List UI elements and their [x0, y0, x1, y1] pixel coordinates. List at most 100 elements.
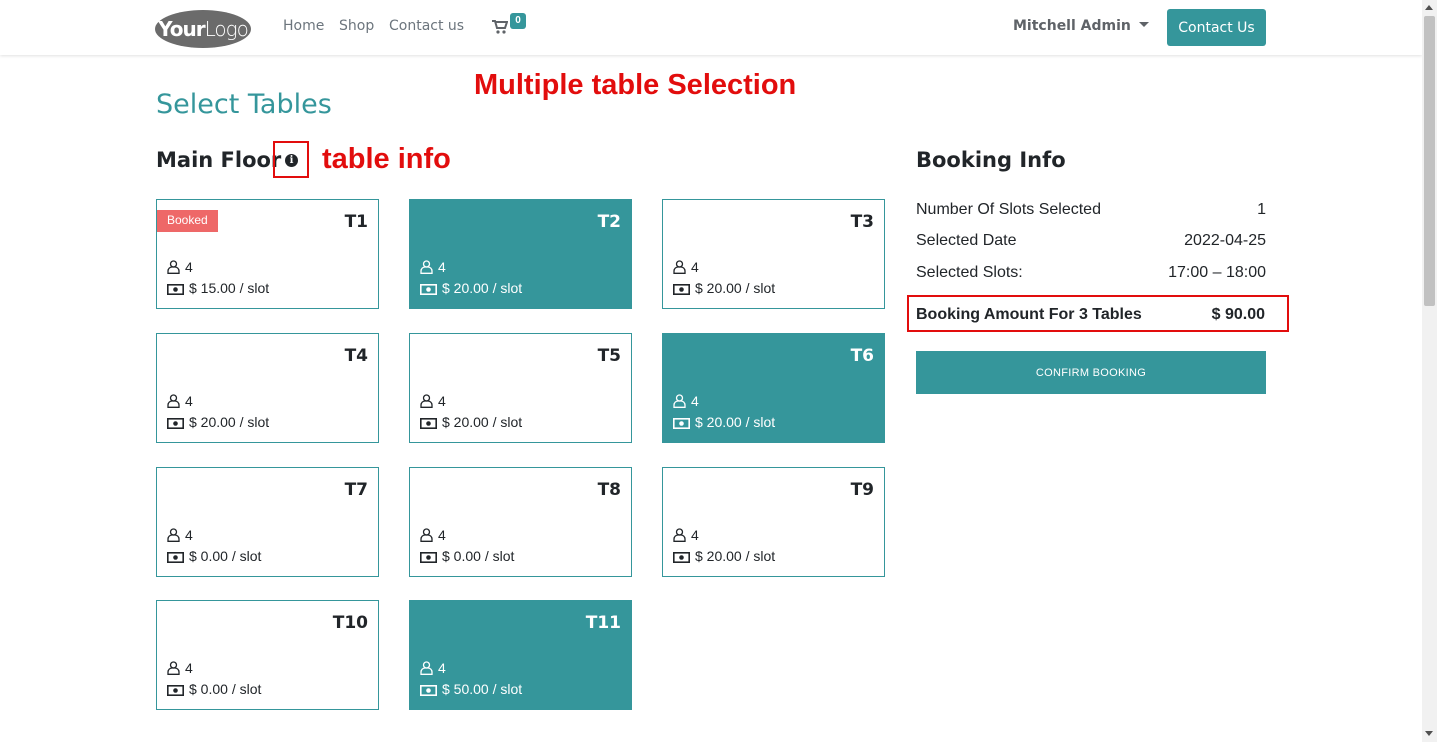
price-value: $ 0.00 / slot: [442, 548, 515, 564]
user-menu-dropdown[interactable]: Mitchell Admin: [1013, 18, 1149, 34]
floor-title: Main Floor: [156, 148, 282, 172]
nav-shop-link[interactable]: Shop: [339, 18, 374, 34]
booking-row-value: 2022-04-25: [1184, 232, 1266, 249]
table-price: $ 20.00 / slot: [673, 548, 775, 564]
capacity-value: 4: [691, 259, 699, 275]
nav-home-link[interactable]: Home: [283, 18, 324, 34]
money-bill-icon: [167, 284, 184, 295]
info-circle-icon[interactable]: i: [285, 154, 298, 167]
confirm-booking-button[interactable]: CONFIRM BOOKING: [916, 351, 1266, 394]
table-name: T8: [597, 480, 621, 500]
page-title: Select Tables: [156, 89, 332, 120]
table-card-t11[interactable]: T11 4 $ 50.00 / slot: [409, 600, 632, 710]
table-price: $ 20.00 / slot: [420, 280, 522, 296]
annotation-table-info: table info: [322, 143, 451, 175]
money-bill-icon: [167, 685, 184, 696]
table-capacity: 4: [420, 393, 446, 409]
booked-badge: Booked: [157, 210, 218, 232]
table-card-t4[interactable]: T4 4 $ 20.00 / slot: [156, 333, 379, 443]
table-card-t8[interactable]: T8 4 $ 0.00 / slot: [409, 467, 632, 577]
money-bill-icon: [673, 552, 690, 563]
contact-us-button[interactable]: Contact Us: [1167, 9, 1266, 46]
nav-contact-link[interactable]: Contact us: [389, 18, 464, 34]
table-name: T2: [597, 212, 621, 232]
annotation-multiple-selection: Multiple table Selection: [474, 69, 797, 101]
table-capacity: 4: [167, 259, 193, 275]
money-bill-icon: [420, 685, 437, 696]
person-icon: [673, 528, 686, 542]
capacity-value: 4: [185, 660, 193, 676]
top-navbar: YourLogo Home Shop Contact us 0 Mitchell…: [0, 0, 1422, 55]
booking-amount-value: $ 90.00: [1211, 306, 1265, 323]
money-bill-icon: [420, 552, 437, 563]
page-scrollbar[interactable]: [1422, 0, 1437, 742]
booking-row-label: Number Of Slots Selected: [916, 201, 1101, 218]
caret-down-icon: [1138, 22, 1149, 27]
table-card-t5[interactable]: T5 4 $ 20.00 / slot: [409, 333, 632, 443]
person-icon: [673, 260, 686, 274]
table-capacity: 4: [167, 660, 193, 676]
site-logo[interactable]: YourLogo: [155, 10, 251, 48]
price-value: $ 15.00 / slot: [189, 280, 270, 296]
table-card-t9[interactable]: T9 4 $ 20.00 / slot: [662, 467, 885, 577]
price-value: $ 20.00 / slot: [442, 414, 523, 430]
table-card-t7[interactable]: T7 4 $ 0.00 / slot: [156, 467, 379, 577]
capacity-value: 4: [438, 660, 446, 676]
table-name: T5: [597, 346, 621, 366]
person-icon: [167, 528, 180, 542]
table-card-t10[interactable]: T10 4 $ 0.00 / slot: [156, 600, 379, 710]
table-name: T7: [344, 480, 368, 500]
table-capacity: 4: [167, 393, 193, 409]
capacity-value: 4: [438, 393, 446, 409]
capacity-value: 4: [438, 259, 446, 275]
capacity-value: 4: [691, 527, 699, 543]
cart-icon: [492, 20, 508, 34]
scroll-up-arrow-icon[interactable]: [1425, 5, 1433, 10]
money-bill-icon: [420, 418, 437, 429]
capacity-value: 4: [691, 393, 699, 409]
table-card-t1[interactable]: Booked T1 4 $ 15.00 / slot: [156, 199, 379, 309]
money-bill-icon: [673, 418, 690, 429]
table-capacity: 4: [673, 527, 699, 543]
table-capacity: 4: [420, 527, 446, 543]
logo-text-light: Logo: [204, 17, 249, 41]
capacity-value: 4: [185, 393, 193, 409]
table-name: T1: [344, 212, 368, 232]
price-value: $ 20.00 / slot: [442, 280, 523, 296]
booking-amount-highlight: Booking Amount For 3 Tables $ 90.00: [907, 295, 1289, 332]
price-value: $ 50.00 / slot: [442, 681, 523, 697]
price-value: $ 20.00 / slot: [695, 414, 776, 430]
table-name: T6: [850, 346, 874, 366]
scrollbar-thumb[interactable]: [1424, 16, 1435, 306]
booking-row-value: 1: [1257, 201, 1266, 218]
table-price: $ 20.00 / slot: [420, 414, 522, 430]
logo-text-bold: Your: [158, 17, 205, 41]
booking-amount-label: Booking Amount For 3 Tables: [916, 306, 1142, 323]
table-card-t3[interactable]: T3 4 $ 20.00 / slot: [662, 199, 885, 309]
person-icon: [420, 528, 433, 542]
capacity-value: 4: [185, 527, 193, 543]
table-price: $ 15.00 / slot: [167, 280, 269, 296]
table-price: $ 20.00 / slot: [673, 414, 775, 430]
capacity-value: 4: [438, 527, 446, 543]
table-card-t2[interactable]: T2 4 $ 20.00 / slot: [409, 199, 632, 309]
person-icon: [420, 661, 433, 675]
booking-row-label: Selected Date: [916, 232, 1017, 249]
person-icon: [420, 260, 433, 274]
cart-button[interactable]: 0: [492, 13, 532, 40]
table-card-t6[interactable]: T6 4 $ 20.00 / slot: [662, 333, 885, 443]
table-name: T9: [850, 480, 874, 500]
table-price: $ 0.00 / slot: [167, 681, 261, 697]
person-icon: [673, 394, 686, 408]
booking-row-label: Selected Slots:: [916, 264, 1023, 281]
booking-info-title: Booking Info: [916, 148, 1066, 172]
person-icon: [167, 260, 180, 274]
table-price: $ 0.00 / slot: [167, 548, 261, 564]
table-capacity: 4: [420, 660, 446, 676]
scroll-down-arrow-icon[interactable]: [1425, 731, 1433, 736]
price-value: $ 20.00 / slot: [189, 414, 270, 430]
table-name: T10: [332, 613, 368, 633]
table-capacity: 4: [673, 393, 699, 409]
price-value: $ 0.00 / slot: [189, 681, 262, 697]
user-name: Mitchell Admin: [1013, 18, 1131, 34]
